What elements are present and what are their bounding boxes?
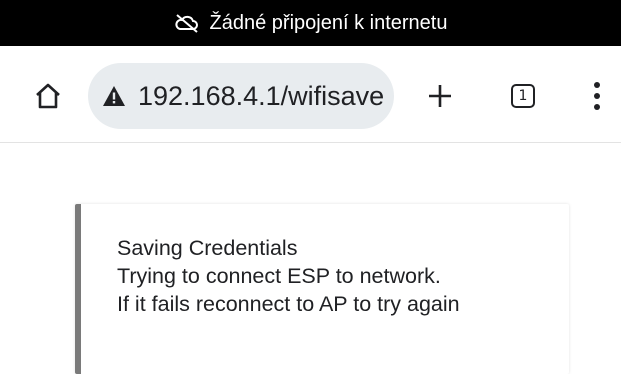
message-text: Saving Credentials Trying to connect ESP… — [117, 234, 460, 318]
connection-status-text: Žádné připojení k internetu — [209, 11, 448, 34]
tab-switcher-button[interactable]: 1 — [503, 76, 543, 116]
tab-count: 1 — [511, 84, 535, 108]
warning-icon[interactable] — [102, 85, 126, 107]
message-line: If it fails reconnect to AP to try again — [117, 292, 460, 316]
address-bar[interactable]: 192.168.4.1/wifisave — [88, 63, 394, 129]
system-status-bar: Žádné připojení k internetu — [0, 0, 621, 46]
home-icon — [36, 83, 60, 109]
message-box: Saving Credentials Trying to connect ESP… — [75, 204, 569, 374]
cloud-off-icon — [174, 14, 198, 33]
home-button[interactable] — [28, 76, 68, 116]
new-tab-button[interactable] — [420, 76, 460, 116]
url-text[interactable]: 192.168.4.1/wifisave — [138, 81, 384, 112]
more-vert-icon[interactable] — [580, 76, 614, 116]
plus-icon — [429, 85, 451, 107]
browser-toolbar: 192.168.4.1/wifisave 1 — [0, 46, 621, 143]
message-line: Trying to connect ESP to network. — [117, 264, 441, 288]
message-line: Saving Credentials — [117, 236, 298, 260]
